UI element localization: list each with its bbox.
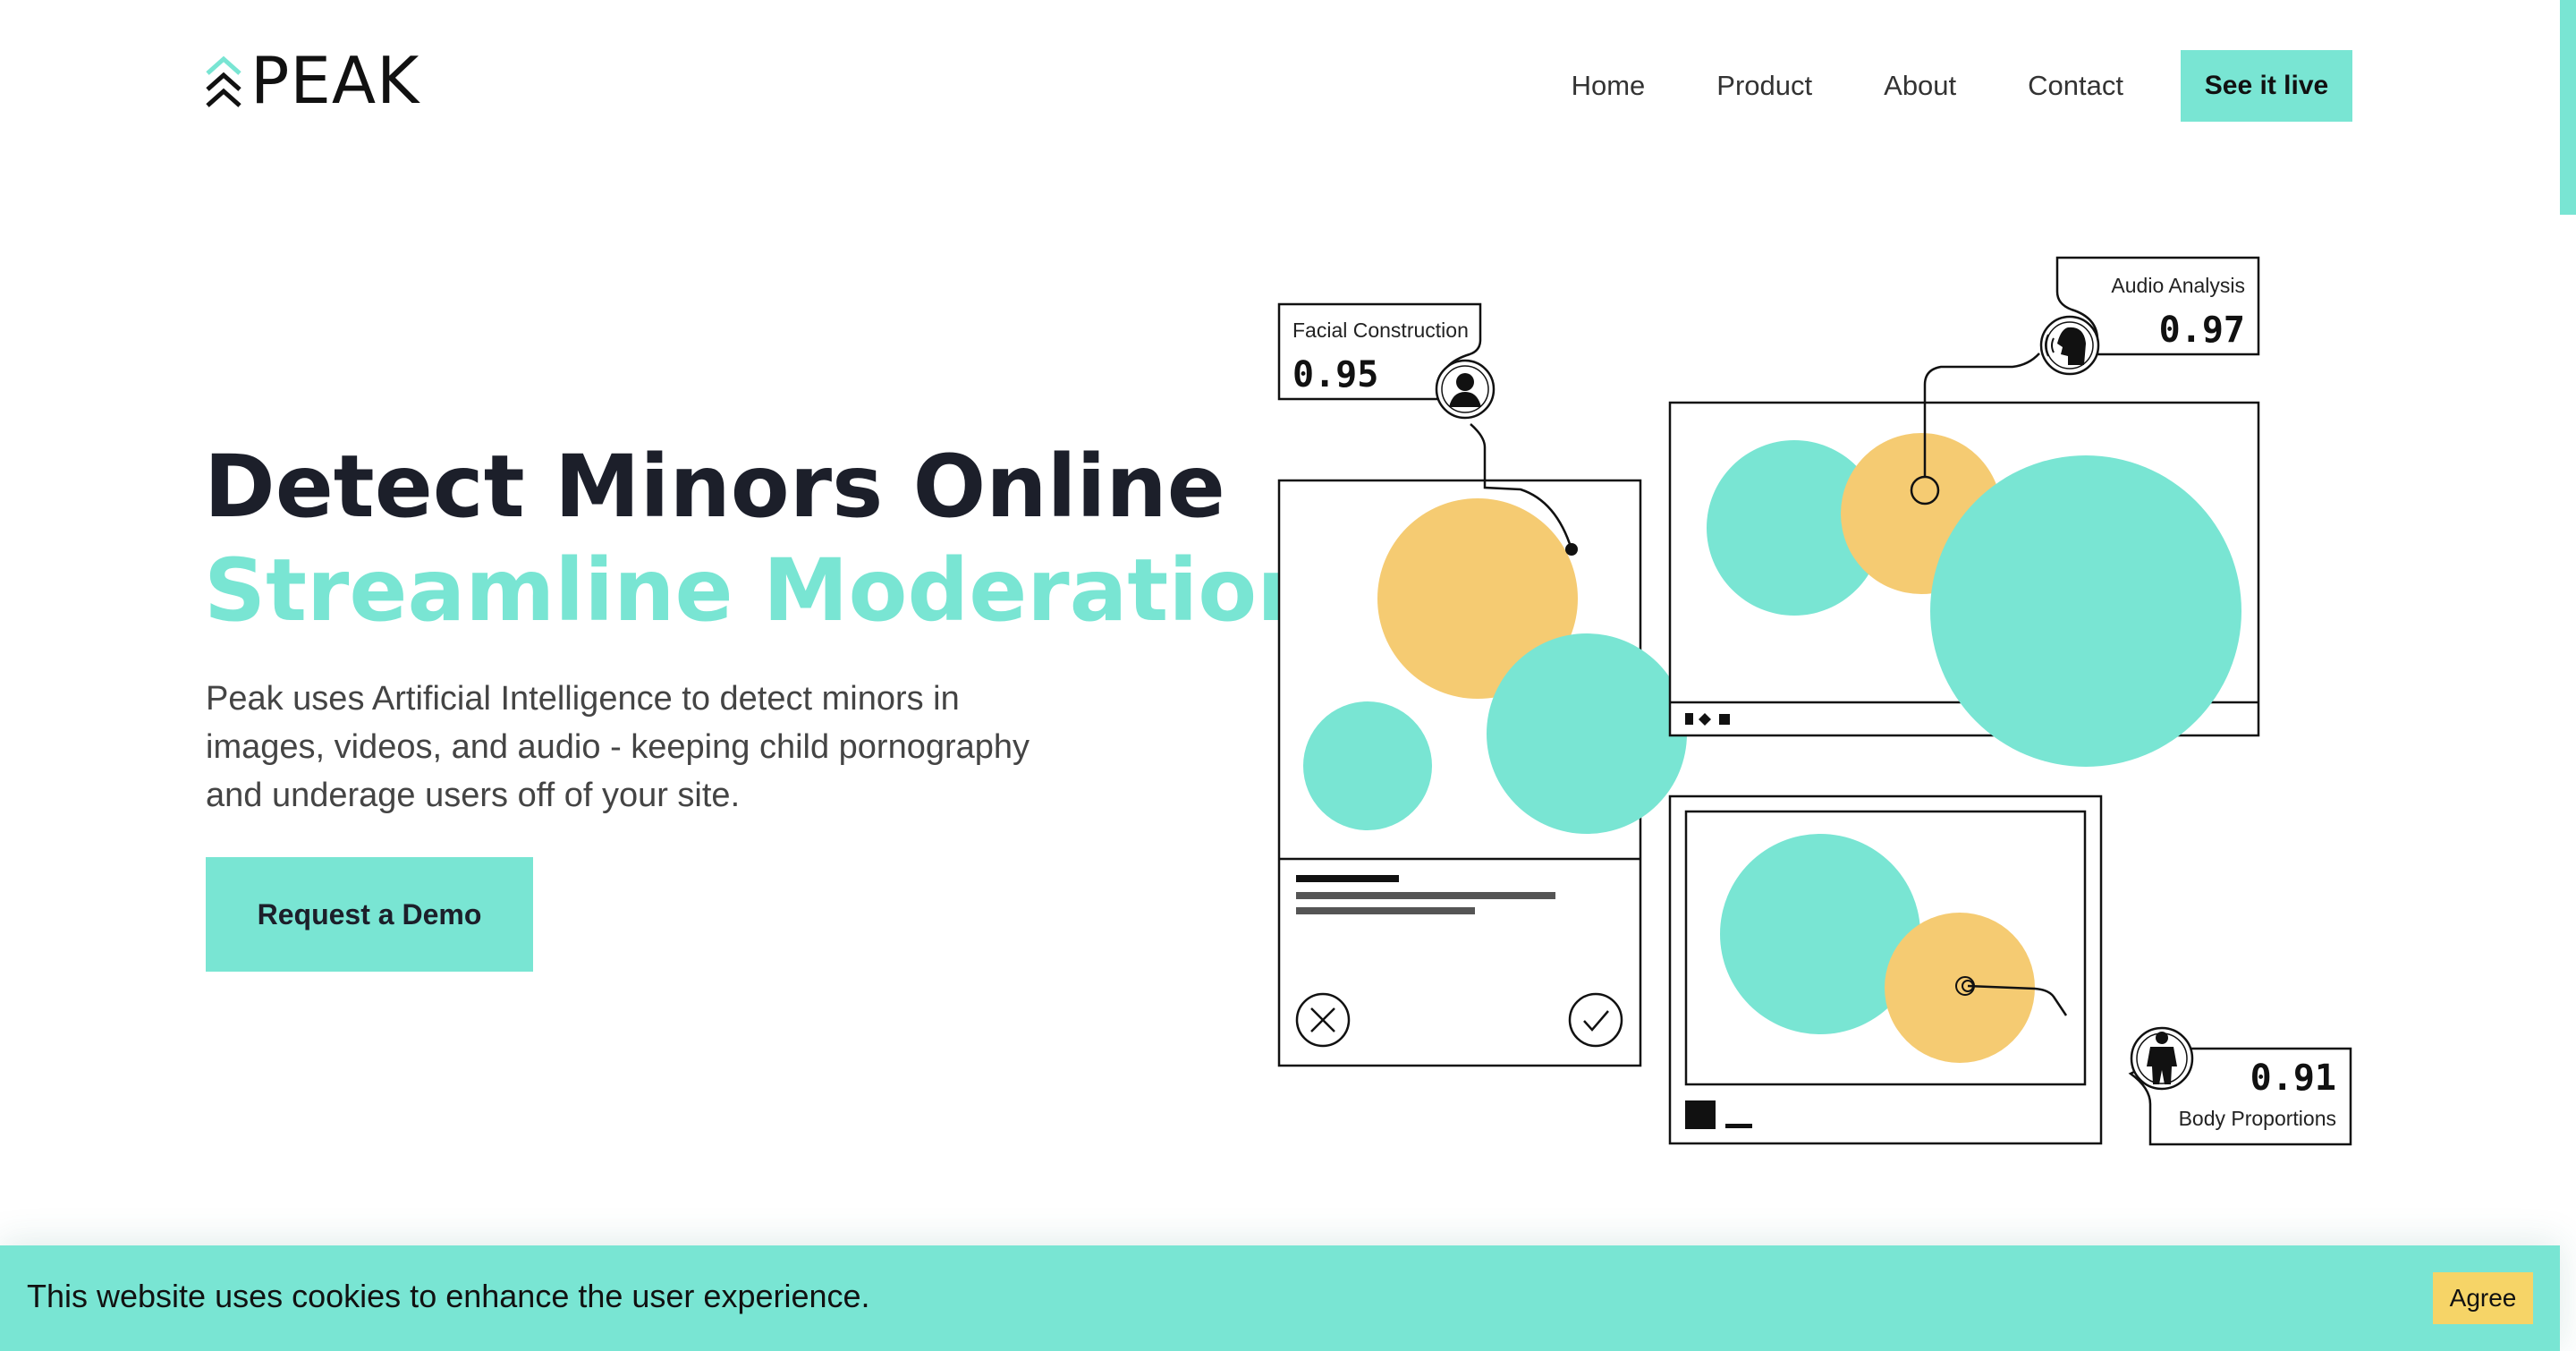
facial-construction-score: 0.95 (1292, 354, 1378, 395)
screen-panel (1668, 794, 2103, 1145)
nav-product[interactable]: Product (1716, 70, 1812, 102)
audio-analysis-score: 0.97 (2159, 310, 2245, 351)
main-nav: Home Product About Contact See it live (1500, 50, 2352, 122)
hero-illustration: Facial Construction 0.95 Audio Analysis … (1277, 256, 2352, 1146)
see-it-live-button[interactable]: See it live (2181, 50, 2352, 122)
logo-text: PEAK (250, 43, 420, 118)
peak-logo[interactable]: PEAK (204, 48, 419, 113)
nav-home[interactable]: Home (1572, 70, 1646, 102)
page: PEAK Home Product About Contact See it l… (0, 0, 2576, 1351)
cookie-message: This website uses cookies to enhance the… (27, 1278, 870, 1314)
hero-subtitle: Streamline Moderation (204, 540, 1318, 641)
image-post-panel (1277, 479, 1687, 1067)
body-silhouette-icon (2130, 1026, 2194, 1091)
request-demo-button[interactable]: Request a Demo (206, 857, 533, 972)
nav-about[interactable]: About (1884, 70, 1956, 102)
cookie-banner: This website uses cookies to enhance the… (0, 1245, 2560, 1351)
hero-description: Peak uses Artificial Intelligence to det… (206, 680, 1030, 814)
body-proportions-card: 0.91 Body Proportions (2128, 1026, 2352, 1146)
facial-construction-label: Facial Construction (1292, 319, 1469, 342)
audio-analysis-label: Audio Analysis (2111, 274, 2245, 297)
facial-construction-card: Facial Construction 0.95 (1277, 302, 1496, 420)
hero-heading: Detect Minors Online Streamline Moderati… (204, 435, 1318, 642)
video-panel (1668, 401, 2260, 767)
scrollbar-thumb[interactable] (2560, 0, 2576, 215)
person-head-icon (1435, 359, 1496, 420)
body-proportions-score: 0.91 (2250, 1058, 2336, 1099)
double-chevron-up-icon (206, 55, 242, 107)
hero-title: Detect Minors Online (204, 437, 1225, 537)
nav-contact[interactable]: Contact (2028, 70, 2123, 102)
speaking-head-icon (2039, 315, 2100, 376)
audio-analysis-card: Audio Analysis 0.97 (2039, 256, 2260, 376)
body-proportions-label: Body Proportions (2179, 1107, 2336, 1130)
agree-button[interactable]: Agree (2433, 1272, 2533, 1324)
